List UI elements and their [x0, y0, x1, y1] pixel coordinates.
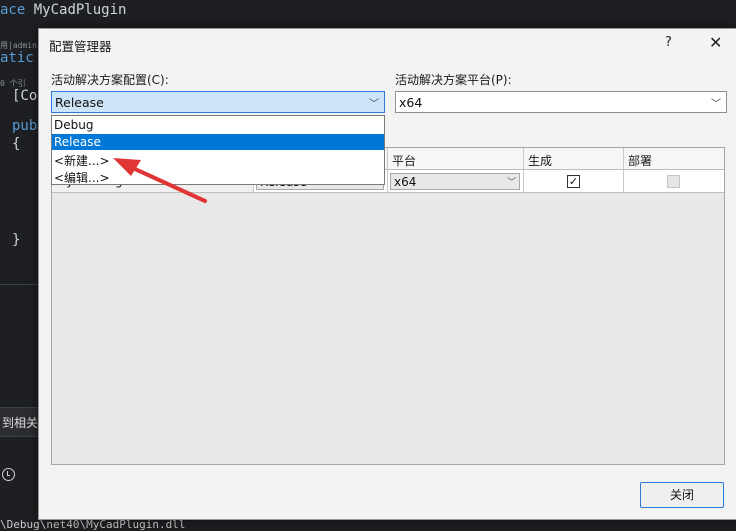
arrow-head	[113, 158, 141, 176]
annotation-arrow	[113, 158, 207, 203]
arrow-shaft	[122, 162, 207, 203]
